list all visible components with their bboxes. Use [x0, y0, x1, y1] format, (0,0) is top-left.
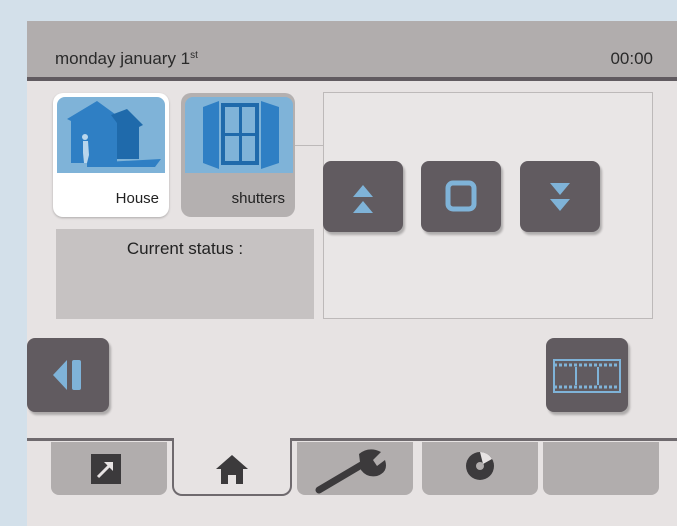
- date-label: monday january 1st: [55, 49, 198, 68]
- stop-square-icon: [445, 180, 477, 212]
- double-up-arrow-icon: [353, 185, 373, 213]
- header-bar: monday january 1st 00:00: [27, 21, 677, 77]
- tile-house-label: House: [115, 190, 159, 207]
- back-button[interactable]: [27, 338, 109, 412]
- home-icon: [216, 455, 248, 484]
- header-divider: [27, 77, 677, 81]
- close-shutters-button[interactable]: [520, 161, 600, 232]
- tab-link[interactable]: [51, 442, 167, 495]
- stop-shutters-button[interactable]: [421, 161, 501, 232]
- shutters-icon: [185, 97, 293, 173]
- tab-empty[interactable]: [543, 442, 659, 495]
- status-panel: Current status :: [56, 229, 314, 319]
- house-icon: [57, 97, 165, 173]
- tab-bar-divider: [27, 438, 677, 441]
- tab-media[interactable]: [422, 442, 538, 495]
- film-button[interactable]: [546, 338, 628, 412]
- open-shutters-button[interactable]: [323, 161, 403, 232]
- double-down-arrow-icon: [550, 183, 570, 211]
- time-label: 00:00: [610, 49, 653, 68]
- tile-shutters-label: shutters: [231, 190, 285, 207]
- tile-shutters[interactable]: shutters: [181, 93, 295, 217]
- tab-home[interactable]: [172, 438, 292, 496]
- back-icon: [53, 360, 81, 390]
- wrench-icon: [315, 449, 386, 494]
- tile-house[interactable]: House: [53, 93, 169, 217]
- status-label: Current status :: [126, 239, 244, 258]
- disc-icon: [466, 452, 494, 480]
- film-strip-icon: [553, 359, 621, 393]
- tab-tools[interactable]: [297, 442, 413, 495]
- panel-connector: [295, 145, 323, 146]
- external-link-icon: [91, 454, 121, 484]
